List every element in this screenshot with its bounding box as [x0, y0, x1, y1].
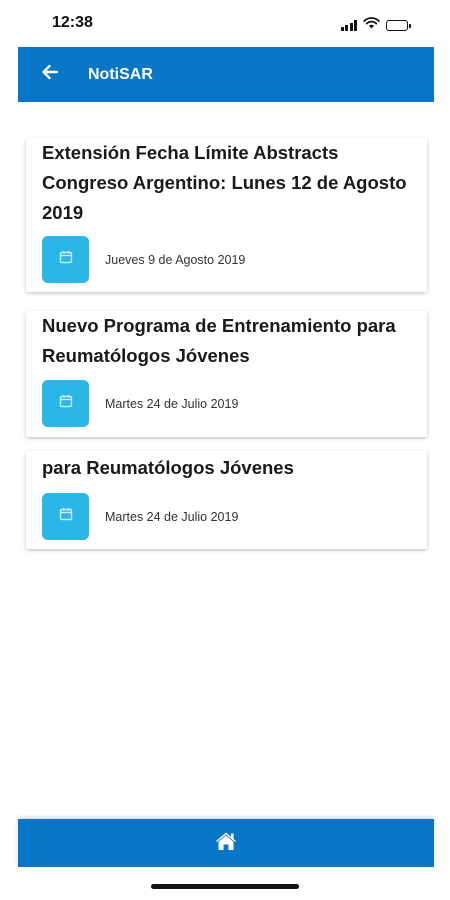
status-bar: 12:38 [0, 0, 450, 46]
home-icon [214, 831, 238, 856]
arrow-left-icon [41, 64, 59, 85]
bottom-nav-bar [18, 819, 434, 867]
news-date: Martes 24 de Julio 2019 [105, 396, 239, 411]
status-time: 12:38 [52, 14, 93, 31]
back-button[interactable] [30, 55, 70, 95]
news-date: Martes 24 de Julio 2019 [105, 509, 239, 524]
app-screen: 12:38 NotiSAR Extensión Fecha Límite Abs… [0, 0, 450, 900]
news-date: Jueves 9 de Agosto 2019 [105, 252, 246, 267]
news-card[interactable]: para Reumatólogos Jóvenes Martes 24 de J… [26, 451, 427, 549]
calendar-icon [59, 507, 73, 526]
calendar-icon [59, 250, 73, 269]
wifi-icon [363, 16, 380, 34]
news-title: para Reumatólogos Jóvenes [42, 457, 294, 478]
app-bar: NotiSAR [18, 47, 434, 102]
news-title: Nuevo Programa de Entrenamiento para Reu… [42, 315, 396, 366]
news-title: Extensión Fecha Límite Abstracts Congres… [42, 142, 407, 223]
battery-icon [386, 19, 411, 31]
calendar-badge [42, 380, 89, 427]
news-date-row: Jueves 9 de Agosto 2019 [42, 236, 245, 283]
calendar-icon [59, 394, 73, 413]
home-indicator[interactable] [151, 884, 299, 889]
news-card[interactable]: Extensión Fecha Límite Abstracts Congres… [26, 138, 427, 292]
news-date-row: Martes 24 de Julio 2019 [42, 380, 238, 427]
status-icons [340, 16, 411, 34]
page-title: NotiSAR [88, 65, 153, 83]
news-date-row: Martes 24 de Julio 2019 [42, 493, 238, 540]
home-button[interactable] [206, 823, 246, 863]
news-card[interactable]: Nuevo Programa de Entrenamiento para Reu… [26, 311, 427, 437]
calendar-badge [42, 236, 89, 283]
calendar-badge [42, 493, 89, 540]
signal-icon [340, 19, 357, 31]
